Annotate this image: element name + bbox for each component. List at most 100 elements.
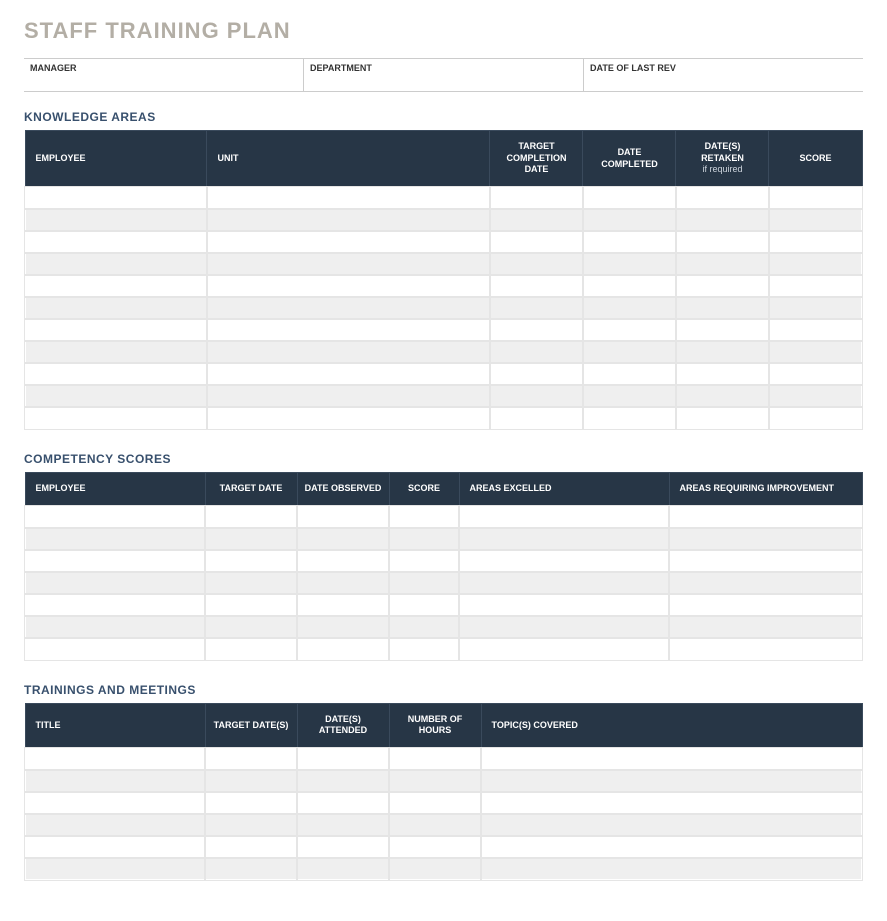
table-cell[interactable] <box>205 792 297 814</box>
table-cell[interactable] <box>207 341 490 363</box>
table-cell[interactable] <box>459 594 669 616</box>
table-cell[interactable] <box>583 385 676 407</box>
table-cell[interactable] <box>25 836 205 858</box>
table-cell[interactable] <box>459 638 669 660</box>
table-cell[interactable] <box>297 616 389 638</box>
table-cell[interactable] <box>490 319 583 341</box>
table-cell[interactable] <box>297 550 389 572</box>
table-cell[interactable] <box>583 209 676 231</box>
table-cell[interactable] <box>769 187 862 209</box>
table-cell[interactable] <box>669 506 862 528</box>
table-cell[interactable] <box>676 297 769 319</box>
table-cell[interactable] <box>490 341 583 363</box>
table-cell[interactable] <box>769 275 862 297</box>
table-cell[interactable] <box>481 836 862 858</box>
table-cell[interactable] <box>205 770 297 792</box>
table-cell[interactable] <box>490 275 583 297</box>
table-cell[interactable] <box>25 385 207 407</box>
table-cell[interactable] <box>389 572 459 594</box>
table-cell[interactable] <box>25 341 207 363</box>
table-cell[interactable] <box>205 616 297 638</box>
table-cell[interactable] <box>205 638 297 660</box>
table-cell[interactable] <box>297 528 389 550</box>
table-cell[interactable] <box>389 638 459 660</box>
table-cell[interactable] <box>297 572 389 594</box>
table-cell[interactable] <box>25 858 205 880</box>
table-cell[interactable] <box>490 407 583 429</box>
table-cell[interactable] <box>669 616 862 638</box>
table-cell[interactable] <box>25 231 207 253</box>
table-cell[interactable] <box>207 363 490 385</box>
table-cell[interactable] <box>25 792 205 814</box>
table-cell[interactable] <box>297 814 389 836</box>
table-cell[interactable] <box>207 297 490 319</box>
table-cell[interactable] <box>389 748 481 770</box>
table-cell[interactable] <box>207 407 490 429</box>
table-cell[interactable] <box>389 836 481 858</box>
table-cell[interactable] <box>669 528 862 550</box>
table-cell[interactable] <box>205 594 297 616</box>
table-cell[interactable] <box>205 550 297 572</box>
table-cell[interactable] <box>389 616 459 638</box>
table-cell[interactable] <box>676 319 769 341</box>
table-cell[interactable] <box>297 858 389 880</box>
table-cell[interactable] <box>769 231 862 253</box>
table-cell[interactable] <box>25 594 205 616</box>
table-cell[interactable] <box>297 506 389 528</box>
table-cell[interactable] <box>389 550 459 572</box>
table-cell[interactable] <box>207 209 490 231</box>
table-cell[interactable] <box>297 638 389 660</box>
table-cell[interactable] <box>25 572 205 594</box>
table-cell[interactable] <box>25 528 205 550</box>
table-cell[interactable] <box>490 209 583 231</box>
table-cell[interactable] <box>25 275 207 297</box>
table-cell[interactable] <box>769 209 862 231</box>
table-cell[interactable] <box>490 231 583 253</box>
table-cell[interactable] <box>25 638 205 660</box>
table-cell[interactable] <box>207 319 490 341</box>
table-cell[interactable] <box>205 528 297 550</box>
table-cell[interactable] <box>25 297 207 319</box>
table-cell[interactable] <box>297 594 389 616</box>
table-cell[interactable] <box>583 231 676 253</box>
table-cell[interactable] <box>389 770 481 792</box>
table-cell[interactable] <box>676 231 769 253</box>
table-cell[interactable] <box>583 187 676 209</box>
table-cell[interactable] <box>205 748 297 770</box>
table-cell[interactable] <box>459 572 669 594</box>
table-cell[interactable] <box>669 572 862 594</box>
table-cell[interactable] <box>490 385 583 407</box>
table-cell[interactable] <box>459 616 669 638</box>
table-cell[interactable] <box>769 341 862 363</box>
table-cell[interactable] <box>490 187 583 209</box>
table-cell[interactable] <box>207 385 490 407</box>
table-cell[interactable] <box>583 275 676 297</box>
table-cell[interactable] <box>389 792 481 814</box>
table-cell[interactable] <box>25 363 207 385</box>
table-cell[interactable] <box>583 407 676 429</box>
table-cell[interactable] <box>297 792 389 814</box>
table-cell[interactable] <box>481 748 862 770</box>
table-cell[interactable] <box>481 858 862 880</box>
table-cell[interactable] <box>490 253 583 275</box>
table-cell[interactable] <box>669 638 862 660</box>
table-cell[interactable] <box>676 363 769 385</box>
table-cell[interactable] <box>389 814 481 836</box>
table-cell[interactable] <box>459 550 669 572</box>
table-cell[interactable] <box>583 341 676 363</box>
table-cell[interactable] <box>205 572 297 594</box>
table-cell[interactable] <box>207 253 490 275</box>
table-cell[interactable] <box>25 209 207 231</box>
table-cell[interactable] <box>676 385 769 407</box>
table-cell[interactable] <box>769 385 862 407</box>
table-cell[interactable] <box>769 297 862 319</box>
table-cell[interactable] <box>25 407 207 429</box>
table-cell[interactable] <box>389 528 459 550</box>
table-cell[interactable] <box>389 506 459 528</box>
table-cell[interactable] <box>297 836 389 858</box>
table-cell[interactable] <box>25 187 207 209</box>
table-cell[interactable] <box>25 748 205 770</box>
table-cell[interactable] <box>676 253 769 275</box>
table-cell[interactable] <box>205 506 297 528</box>
table-cell[interactable] <box>676 275 769 297</box>
